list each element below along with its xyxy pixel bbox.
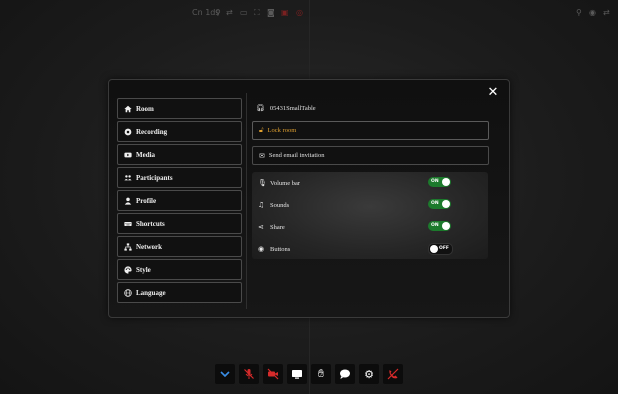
phone-off-icon	[387, 368, 399, 380]
users-icon	[123, 173, 132, 182]
toggle-knob	[430, 245, 438, 253]
gears-icon: ⚙	[364, 367, 374, 381]
swap-icon[interactable]: ⇄	[603, 6, 610, 20]
menu-item-label: Room	[136, 104, 154, 113]
mic-icon[interactable]: ⚲	[215, 6, 221, 20]
menu-item-participants[interactable]: Participants	[117, 167, 242, 188]
menu-item-label: Recording	[136, 127, 168, 136]
leave-button[interactable]	[383, 364, 403, 384]
headphones-icon: 🎧︎	[256, 104, 265, 112]
palette-icon	[123, 265, 132, 274]
menu-item-recording[interactable]: Recording	[117, 121, 242, 142]
toggle-state: ON	[431, 223, 439, 228]
menu-item-label: Style	[136, 265, 151, 274]
toggle-knob	[442, 222, 450, 230]
menu-item-language[interactable]: Language	[117, 282, 242, 303]
lock-room-button[interactable]: 🔓︎ Lock room	[252, 121, 489, 140]
menu-item-label: Profile	[136, 196, 157, 205]
chevron-down-icon	[220, 371, 230, 378]
camera-icon[interactable]: ◙	[267, 6, 275, 20]
send-email-label: Send email invitation	[268, 152, 325, 159]
eye-icon: ◉	[258, 245, 265, 253]
video-off-icon	[267, 368, 279, 380]
screen-icon	[292, 370, 302, 379]
screen-icon[interactable]: ▭	[240, 6, 248, 20]
record-icon[interactable]: ▣	[281, 6, 289, 20]
menu-item-label: Shortcuts	[136, 219, 165, 228]
video-toggle-button[interactable]	[263, 364, 283, 384]
mic-off-icon	[244, 369, 254, 379]
user-icon	[123, 196, 132, 205]
menu-item-label: Media	[136, 150, 156, 159]
settings-divider	[246, 93, 247, 309]
share-icon: ⋖	[258, 223, 264, 231]
share-toggle[interactable]: ON	[428, 221, 451, 231]
menu-item-media[interactable]: Media	[117, 144, 242, 165]
mic-icon[interactable]: ⚲	[576, 6, 582, 20]
toggle-label: Buttons	[270, 245, 291, 253]
youtube-icon	[123, 150, 132, 159]
toggle-knob	[442, 200, 450, 208]
toggle-state: ON	[431, 201, 439, 206]
swap-icon[interactable]: ⇄	[226, 6, 233, 20]
eye-icon[interactable]: ◉	[589, 6, 596, 20]
screen-share-button[interactable]	[287, 364, 307, 384]
music-icon: ♫	[258, 201, 265, 209]
keyboard-icon	[123, 219, 132, 228]
toggle-state: ON	[431, 179, 439, 184]
chat-button[interactable]	[335, 364, 355, 384]
toggle-label: Share	[270, 223, 285, 231]
menu-item-room[interactable]: Room	[117, 98, 242, 119]
menu-item-network[interactable]: Network	[117, 236, 242, 257]
lock-icon: 🔓︎	[259, 126, 264, 134]
menu-item-style[interactable]: Style	[117, 259, 242, 280]
buttons-toggle[interactable]: OFF	[428, 243, 453, 255]
home-icon	[123, 104, 132, 113]
room-name: 🎧︎ 05431SmallTable	[256, 102, 316, 114]
menu-item-label: Participants	[136, 173, 173, 182]
mic-icon: 🎙︎	[258, 179, 267, 187]
toggle-label: Volume bar	[270, 179, 301, 187]
raise-hand-button[interactable]: ✋︎	[311, 364, 331, 384]
send-email-button[interactable]: ✉ Send email invitation	[252, 146, 489, 165]
menu-item-label: Network	[136, 242, 163, 251]
menu-item-profile[interactable]: Profile	[117, 190, 242, 211]
close-button[interactable]: ✕	[486, 86, 500, 100]
menu-item-label: Language	[136, 288, 166, 297]
top-toolbar: Cn 1ds ⚲ ⇄ ▭ ⛶ ◙ ▣ ◎ ⚲ ◉ ⇄	[0, 6, 618, 20]
fullscreen-icon[interactable]: ⛶	[254, 6, 260, 20]
collapse-button[interactable]	[215, 364, 235, 384]
toggle-label: Sounds	[270, 201, 290, 209]
record-icon	[123, 127, 132, 136]
lock-room-label: Lock room	[267, 127, 297, 134]
sounds-toggle[interactable]: ON	[428, 199, 451, 209]
room-name-text: 05431SmallTable	[269, 104, 316, 112]
hand-icon: ✋︎	[317, 367, 325, 380]
mic-toggle-button[interactable]	[239, 364, 259, 384]
chat-icon	[340, 369, 350, 379]
email-icon: ✉	[259, 151, 265, 160]
volume-bar-toggle[interactable]: ON	[428, 177, 451, 187]
settings-button[interactable]: ⚙	[359, 364, 379, 384]
stop-icon[interactable]: ◎	[296, 6, 303, 20]
globe-icon	[123, 288, 132, 297]
menu-item-shortcuts[interactable]: Shortcuts	[117, 213, 242, 234]
network-icon	[123, 242, 132, 251]
toggle-state: OFF	[439, 246, 449, 251]
toggle-knob	[442, 178, 450, 186]
